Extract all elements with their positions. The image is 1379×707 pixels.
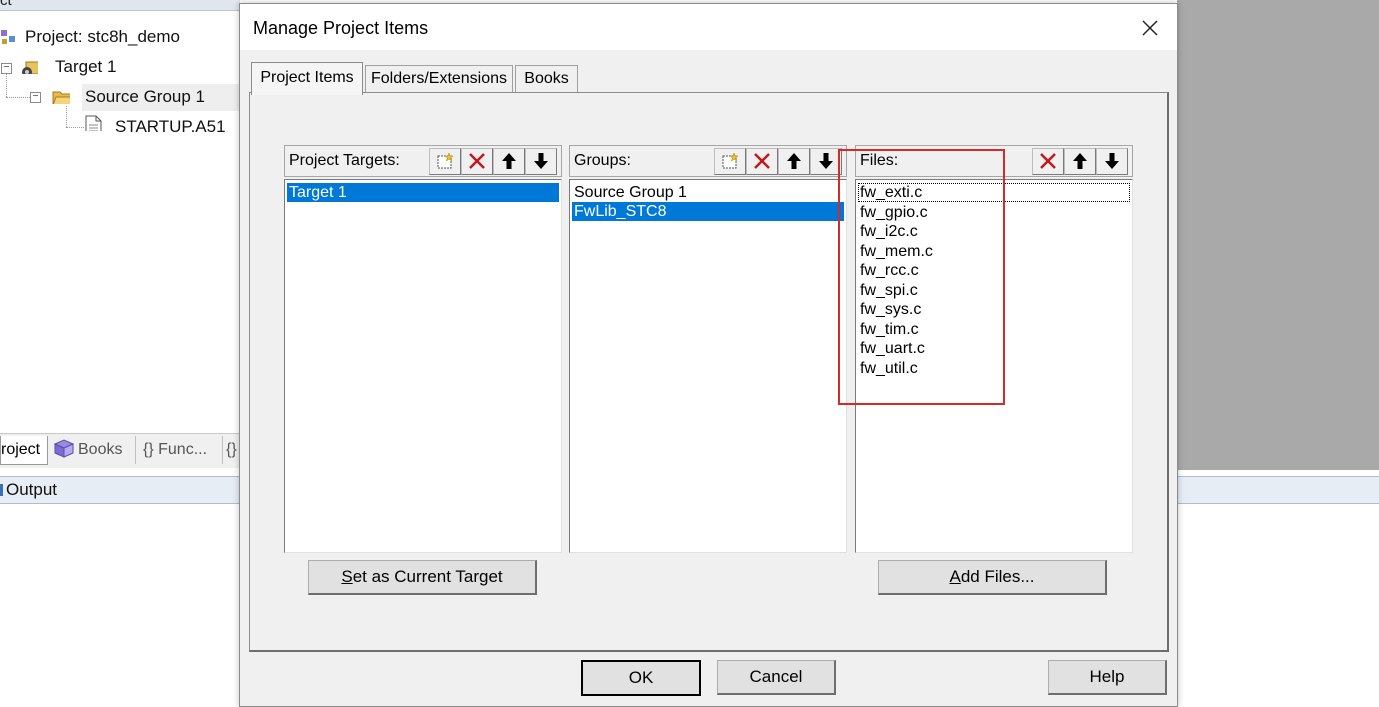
tree-line — [66, 127, 84, 128]
output-label: Output — [6, 480, 58, 499]
files-header: Files: — [855, 145, 1133, 177]
arrow-up-icon — [1073, 153, 1087, 169]
arrow-down-icon — [534, 153, 548, 169]
ok-button[interactable]: OK — [581, 660, 701, 696]
file-list-item[interactable]: fw_spi.c — [858, 281, 1130, 300]
move-target-up-button[interactable] — [493, 148, 525, 175]
delete-file-button[interactable] — [1032, 148, 1064, 175]
delete-group-button[interactable] — [746, 148, 778, 175]
groups-label: Groups: — [574, 152, 631, 169]
arrow-down-icon — [819, 153, 833, 169]
move-group-down-button[interactable] — [810, 148, 842, 175]
new-item-icon — [437, 152, 454, 169]
target-icon — [22, 61, 38, 74]
project-panel-title-text: ct — [0, 0, 12, 9]
dialog-title: Manage Project Items — [253, 18, 429, 38]
move-target-down-button[interactable] — [525, 148, 557, 175]
arrow-down-icon — [1105, 153, 1119, 169]
tab-project-items[interactable]: Project Items — [251, 62, 363, 95]
groups-listbox[interactable]: Source Group 1 FwLib_STC8 — [569, 179, 847, 553]
tree-line — [6, 74, 7, 97]
tab-folders-extensions[interactable]: Folders/Extensions — [365, 65, 513, 92]
tree-line — [6, 97, 30, 98]
file-list-item[interactable]: fw_util.c — [858, 359, 1130, 378]
file-list-item[interactable]: fw_sys.c — [858, 300, 1130, 319]
arrow-up-icon — [787, 153, 801, 169]
file-list-item[interactable]: fw_rcc.c — [858, 261, 1130, 280]
collapse-target-icon[interactable]: − — [1, 63, 12, 74]
file-icon — [85, 115, 102, 131]
project-icon — [1, 30, 15, 44]
move-group-up-button[interactable] — [778, 148, 810, 175]
close-button[interactable] — [1130, 10, 1170, 46]
targets-header: Project Targets: — [284, 145, 562, 177]
targets-listbox[interactable]: Target 1 — [284, 179, 562, 553]
targets-label: Project Targets: — [289, 152, 400, 169]
new-target-button[interactable] — [429, 148, 461, 175]
tree-item-project[interactable]: Project: stc8h_demo — [25, 24, 180, 50]
add-files-label: dd Files... — [960, 567, 1035, 586]
move-file-down-button[interactable] — [1096, 148, 1128, 175]
cancel-button[interactable]: Cancel — [717, 660, 836, 695]
tree-item-target[interactable]: Target 1 — [55, 54, 116, 80]
files-listbox[interactable]: fw_exti.c fw_gpio.c fw_i2c.c fw_mem.c fw… — [855, 179, 1133, 553]
file-list-item[interactable]: fw_tim.c — [858, 320, 1130, 339]
delete-target-button[interactable] — [461, 148, 493, 175]
editor-area — [1177, 0, 1379, 470]
books-icon — [53, 439, 75, 458]
tab-templates[interactable]: {} — [222, 436, 237, 464]
dialog-titlebar[interactable]: Manage Project Items — [240, 4, 1177, 50]
group-list-item[interactable]: FwLib_STC8 — [572, 202, 844, 221]
set-target-accelerator: S — [341, 567, 353, 586]
close-icon — [1142, 20, 1158, 36]
file-list-item[interactable]: fw_mem.c — [858, 242, 1130, 261]
add-files-button[interactable]: Add Files... — [878, 560, 1107, 595]
delete-icon — [754, 153, 770, 169]
file-list-item[interactable]: fw_i2c.c — [858, 222, 1130, 241]
tree-item-group[interactable]: Source Group 1 — [85, 84, 205, 110]
output-icon — [0, 484, 3, 496]
set-target-label: et as Current Target — [352, 567, 503, 586]
delete-icon — [469, 153, 485, 169]
tree-line — [66, 106, 67, 127]
tab-books[interactable]: Books — [78, 436, 122, 464]
tab-functions[interactable]: {} Func... — [135, 436, 207, 464]
collapse-group-icon[interactable]: − — [30, 92, 41, 103]
tab-project[interactable]: roject — [0, 436, 48, 465]
add-files-accelerator: A — [949, 567, 961, 586]
help-button[interactable]: Help — [1048, 660, 1167, 695]
project-panel-title: ct — [0, 0, 240, 11]
manage-project-items-dialog: Manage Project Items Project Items Folde… — [239, 3, 1178, 707]
file-list-item[interactable]: fw_gpio.c — [858, 203, 1130, 222]
group-list-item[interactable]: Source Group 1 — [572, 183, 844, 202]
folder-open-icon — [52, 91, 70, 104]
file-list-item[interactable]: fw_uart.c — [858, 339, 1130, 358]
groups-header: Groups: — [569, 145, 847, 177]
tab-books-dialog[interactable]: Books — [515, 65, 578, 92]
target-list-item[interactable]: Target 1 — [287, 183, 559, 202]
new-group-button[interactable] — [714, 148, 746, 175]
new-item-icon — [722, 152, 739, 169]
set-as-current-target-button[interactable]: Set as Current Target — [308, 560, 537, 595]
delete-icon — [1040, 153, 1056, 169]
file-list-item[interactable]: fw_exti.c — [858, 183, 1130, 202]
arrow-up-icon — [502, 153, 516, 169]
move-file-up-button[interactable] — [1064, 148, 1096, 175]
tree-item-file[interactable]: STARTUP.A51 — [115, 114, 226, 140]
files-label: Files: — [860, 152, 899, 169]
